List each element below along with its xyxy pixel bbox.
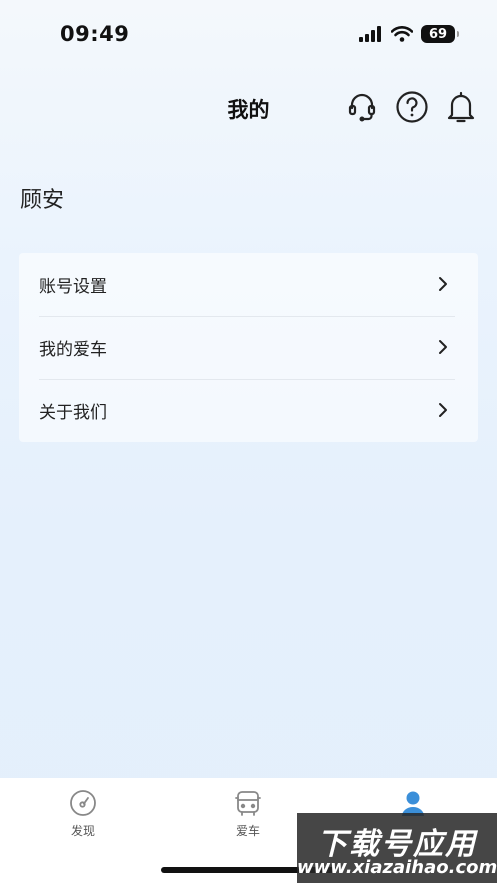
car-icon [235,791,261,816]
menu-item-about-us[interactable]: 关于我们 [19,379,478,442]
username: 顾安 [20,188,65,213]
tab-discover[interactable]: 发现 [43,788,123,839]
chevron-right-icon [439,340,447,354]
tab-label: 爱车 [235,824,260,838]
menu-item-label: 账号设置 [39,277,107,297]
menu-item-account-settings[interactable]: 账号设置 [19,253,478,316]
battery-indicator: 69 [421,25,459,43]
watermark-url: www.xiazaihao.com [297,857,497,878]
chevron-right-icon [439,403,447,417]
tab-car[interactable]: 爱车 [208,788,288,839]
watermark: 下载号应用 www.xiazaihao.com [297,813,497,883]
status-time: 09:49 [60,22,130,46]
signal-icon [359,26,381,42]
headset-icon[interactable] [344,89,380,125]
menu-card: 账号设置 我的爱车 关于我们 [19,253,478,442]
status-bar: 09:49 69 [0,0,497,60]
menu-item-my-car[interactable]: 我的爱车 [19,316,478,379]
menu-item-label: 关于我们 [39,403,107,423]
menu-item-label: 我的爱车 [39,340,107,360]
bell-icon[interactable] [443,89,479,125]
status-icons: 69 [359,25,459,43]
battery-level: 69 [428,26,448,42]
header: 我的 [0,80,497,136]
tab-label: 发现 [70,824,95,838]
question-icon[interactable] [394,89,430,125]
chevron-right-icon [439,277,447,291]
wifi-icon [391,26,413,42]
compass-icon [70,790,96,816]
